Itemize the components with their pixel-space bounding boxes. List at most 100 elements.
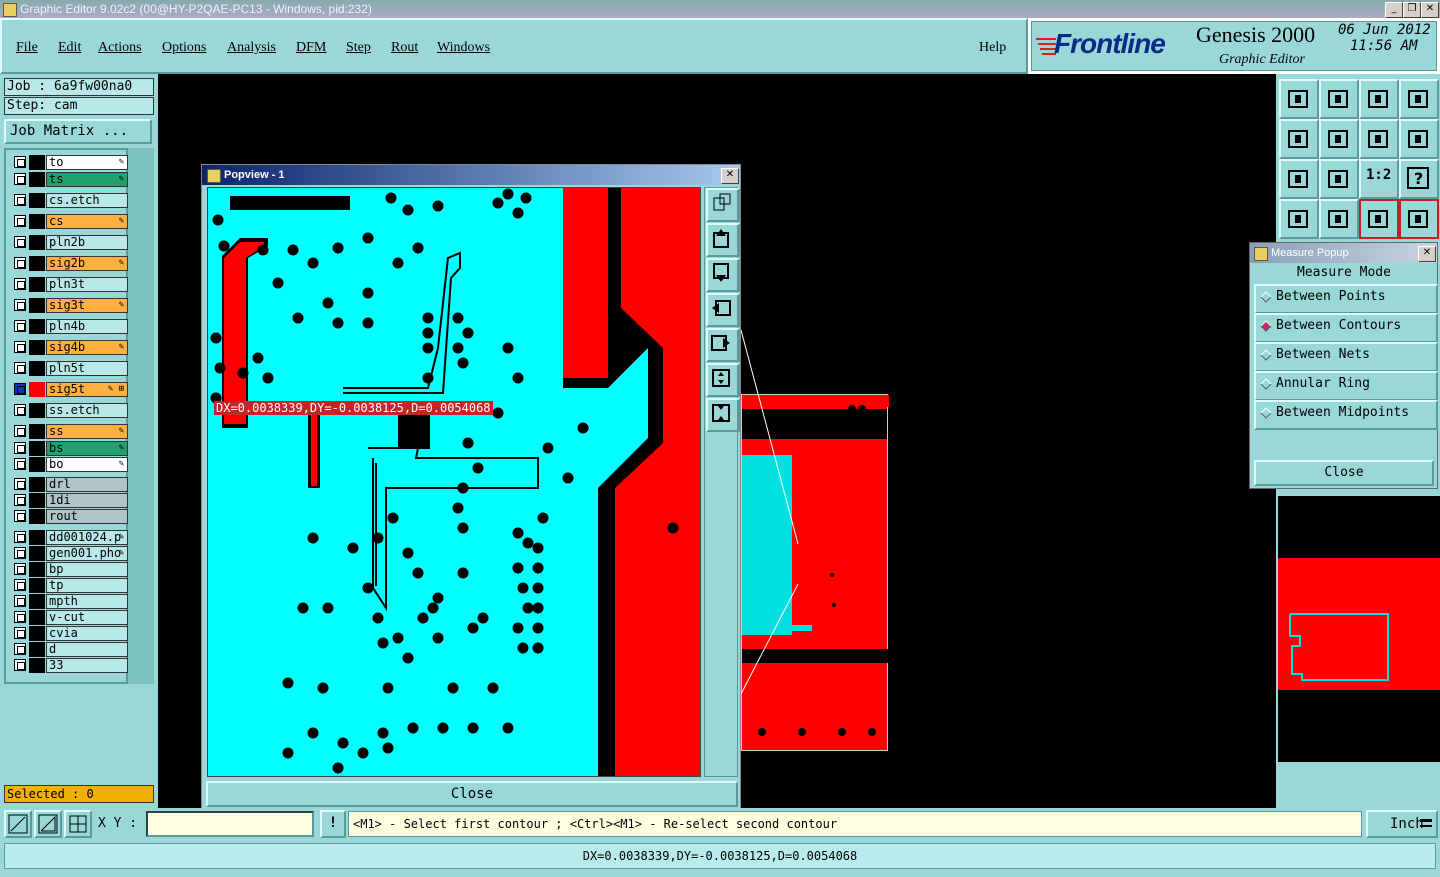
angle-tool-button[interactable] [34,810,62,838]
measure-mode-option[interactable]: Between Nets [1254,342,1438,372]
layer-checkbox[interactable] [14,531,26,543]
pan-right-button[interactable] [1319,119,1359,159]
measure-close-button[interactable]: Close [1254,460,1434,486]
xy-input[interactable] [146,811,314,837]
layer-row[interactable]: ss.etch [12,403,130,418]
layer-row[interactable]: sig4b ✎ [12,340,130,355]
layer-color-cell[interactable] [29,298,45,313]
layer-name[interactable]: drl [46,477,128,492]
job-matrix-button[interactable]: Job Matrix ... [4,119,152,144]
layer-color-cell[interactable] [29,424,45,439]
layer-checkbox[interactable] [14,425,26,437]
layer-color-cell[interactable] [29,256,45,271]
s-curve-button[interactable] [1399,119,1439,159]
measure-mode-option[interactable]: Annular Ring [1254,371,1438,401]
layer-color-cell[interactable] [29,578,45,593]
layer-checkbox[interactable] [14,659,26,671]
popview-zoom-in-button[interactable] [706,363,740,397]
layer-name[interactable]: pln3t [46,277,128,292]
layer-name[interactable]: sig2b ✎ [46,256,128,271]
layer-row[interactable]: pln2b [12,235,130,250]
measure-mode-option[interactable]: Between Midpoints [1254,400,1438,430]
menu-actions[interactable]: Actions [98,40,142,56]
layer-row[interactable]: 33 [12,658,130,673]
layer-color-cell[interactable] [29,382,45,397]
maximize-icon[interactable]: ❐ [1403,2,1421,18]
units-dropdown[interactable]: Inch [1366,810,1438,838]
help-button[interactable]: ? [1399,159,1439,199]
layer-checkbox[interactable] [14,510,26,522]
layer-color-cell[interactable] [29,610,45,625]
popview-close-button[interactable]: Close [206,781,738,807]
layer-row[interactable]: pln3t [12,277,130,292]
layer-row[interactable]: cs ✎ [12,214,130,229]
layer-color-cell[interactable] [29,235,45,250]
layer-name[interactable]: d [46,642,128,657]
layer-name[interactable]: pln5t [46,361,128,376]
layer-checkbox[interactable] [14,156,26,168]
home-button[interactable] [1359,79,1399,119]
snap-tool-button[interactable] [4,810,32,838]
layer-color-cell[interactable] [29,562,45,577]
layer-row[interactable]: pln5t [12,361,130,376]
layer-color-cell[interactable] [29,642,45,657]
popview-zoom-out-button[interactable] [706,398,740,432]
menu-options[interactable]: Options [162,40,206,56]
layer-checkbox[interactable] [14,478,26,490]
layer-row[interactable]: dd001024.p ✎ [12,530,130,545]
layer-row[interactable]: sig2b ✎ [12,256,130,271]
menu-file[interactable]: File [16,40,38,56]
grid-tool-button[interactable] [64,810,92,838]
popview-close-icon[interactable]: ✕ [721,168,739,184]
layer-name[interactable]: bs ✎ [46,441,128,456]
pan-left-button[interactable] [1279,119,1319,159]
layer-checkbox[interactable] [14,494,26,506]
layer-color-cell[interactable] [29,319,45,334]
layer-color-cell[interactable] [29,594,45,609]
ratio-button[interactable]: 1:2 [1359,159,1399,199]
layer-name[interactable]: 33 [46,658,128,673]
layer-name[interactable]: tp [46,578,128,593]
layer-checkbox[interactable] [14,404,26,416]
flip-button[interactable] [1359,119,1399,159]
layer-name[interactable]: sig4b ✎ [46,340,128,355]
measure-mode-option[interactable]: Between Points [1254,284,1438,314]
layer-row[interactable]: pln4b [12,319,130,334]
layer-checkbox[interactable] [14,299,26,311]
layer-color-cell[interactable] [29,214,45,229]
layer-row[interactable]: ts ✎ [12,172,130,187]
layer-name[interactable]: 1di [46,493,128,508]
layer-name[interactable]: ss.etch [46,403,128,418]
popview-pan-right-button[interactable] [706,328,740,362]
layer-checkbox[interactable] [14,458,26,470]
layer-name[interactable]: bo ✎ [46,457,128,472]
tools-button[interactable] [1279,199,1319,239]
layer-checkbox[interactable] [14,563,26,575]
layer-color-cell[interactable] [29,530,45,545]
layer-name[interactable]: cvia [46,626,128,641]
layer-row[interactable]: gen001.pho ✎ [12,546,130,561]
layer-name[interactable]: to ✎ [46,155,128,170]
popview-pan-left-button[interactable] [706,293,740,327]
layer-checkbox[interactable] [14,341,26,353]
layer-color-cell[interactable] [29,509,45,524]
layer-name[interactable]: cs ✎ [46,214,128,229]
layer-color-cell[interactable] [29,155,45,170]
minimize-icon[interactable]: _ [1385,2,1403,18]
overview-map[interactable] [1278,496,1440,762]
layer-name[interactable]: v-cut [46,610,128,625]
layer-name[interactable]: sig5t ✎ ⊞ [46,382,128,397]
layer-checkbox[interactable] [14,257,26,269]
layer-row[interactable]: cvia [12,626,130,641]
layer-name[interactable]: mpth [46,594,128,609]
layer-row[interactable]: to ✎ [12,155,130,170]
layer-color-cell[interactable] [29,477,45,492]
layer-name[interactable]: ss ✎ [46,424,128,439]
layer-checkbox[interactable] [14,236,26,248]
measure-popup-close-icon[interactable]: ✕ [1418,246,1436,262]
layer-color-cell[interactable] [29,546,45,561]
layer-name[interactable]: pln2b [46,235,128,250]
layer-row[interactable]: sig3t ✎ [12,298,130,313]
zoom-out-button[interactable] [1319,159,1359,199]
layer-row[interactable]: bs ✎ [12,441,130,456]
